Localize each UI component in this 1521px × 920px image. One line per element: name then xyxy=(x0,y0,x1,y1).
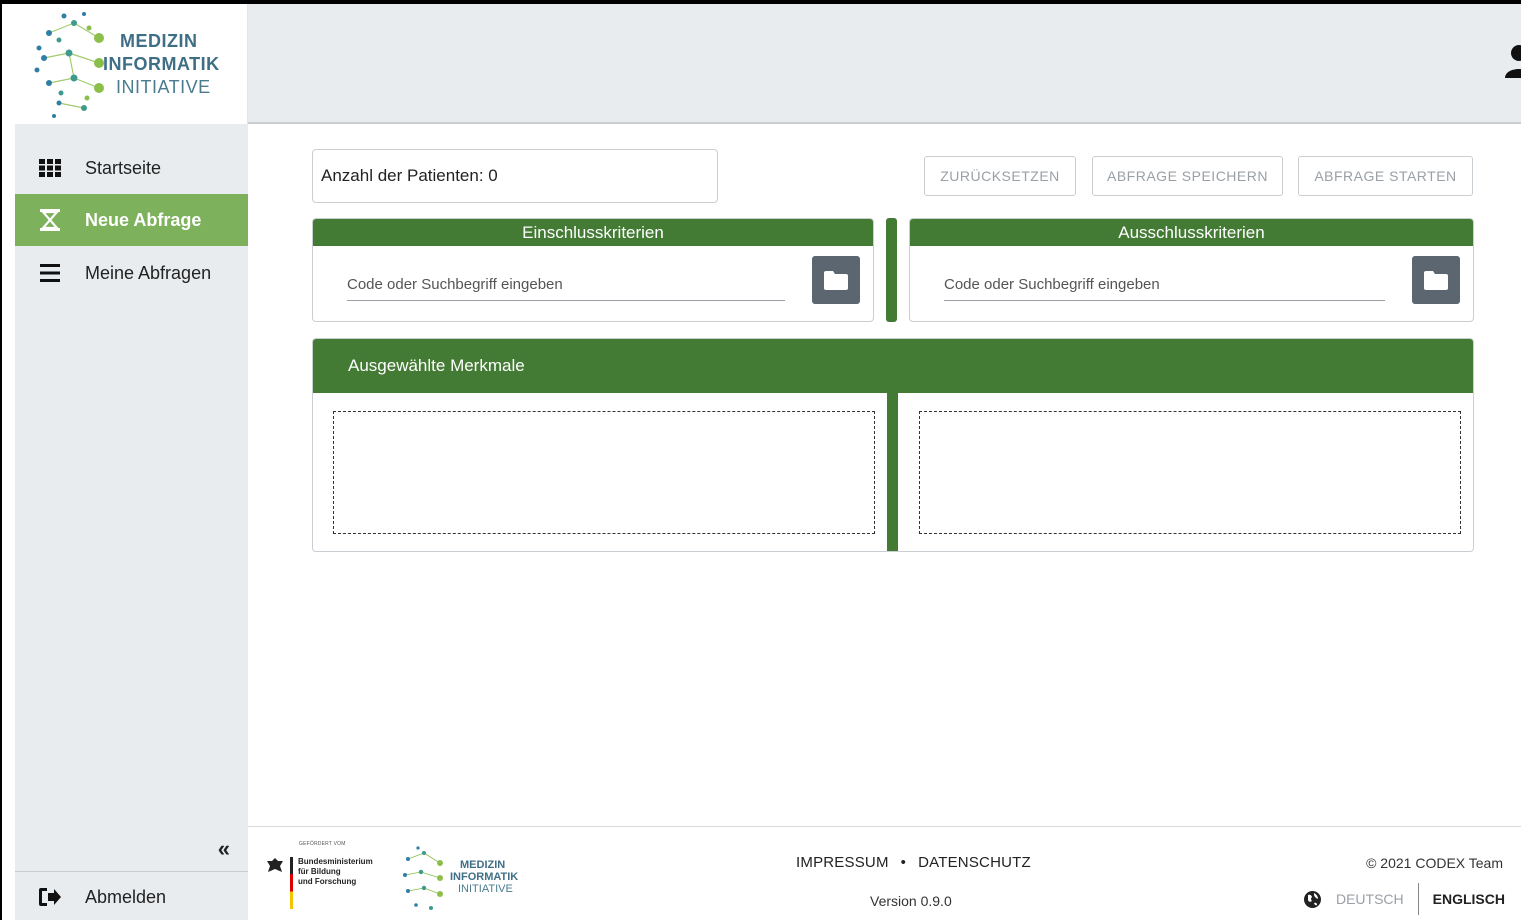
collapse-sidebar-button[interactable]: « xyxy=(218,836,230,862)
inclusion-criteria-title: Einschlusskriterien xyxy=(313,219,873,246)
language-englisch[interactable]: ENGLISCH xyxy=(1419,891,1505,907)
folder-icon xyxy=(1424,270,1448,290)
folder-icon xyxy=(824,270,848,290)
footer-logo-line: INITIATIVE xyxy=(458,883,513,895)
logo-line-informatik: INFORMATIK xyxy=(103,54,220,74)
hourglass-icon xyxy=(15,209,85,231)
grid-icon xyxy=(15,159,85,177)
sidebar-item-label: Neue Abfrage xyxy=(85,209,202,230)
inclusion-drop-zone[interactable] xyxy=(333,411,875,534)
version-label: Version 0.9.0 xyxy=(870,893,952,909)
logout-label: Abmelden xyxy=(85,886,167,907)
sign-out-icon xyxy=(15,888,85,906)
sidebar-item-startseite[interactable]: Startseite xyxy=(15,142,248,194)
mii-logo[interactable]: MEDIZIN INFORMATIK INITIATIVE xyxy=(15,4,248,124)
sidebar-item-label: Startseite xyxy=(85,157,162,178)
language-deutsch[interactable]: DEUTSCH xyxy=(1336,883,1419,915)
funded-by-label: GEFÖRDERT VOM xyxy=(299,841,346,847)
inclusion-search-input[interactable] xyxy=(347,276,785,293)
logo-wordmark: MEDIZIN INFORMATIK INITIATIVE xyxy=(103,30,220,99)
footer-logo-line: INFORMATIK xyxy=(450,871,519,883)
sidebar: Startseite Neue Abfrage Meine Abfragen « xyxy=(15,124,248,920)
federal-eagle-icon xyxy=(267,858,283,872)
exclusion-drop-zone[interactable] xyxy=(919,411,1461,534)
logo-line-medizin: MEDIZIN xyxy=(120,31,198,51)
bmbf-text: Bundesministerium für Bildung und Forsch… xyxy=(298,857,373,887)
footer-network-logo-graphic xyxy=(403,846,443,910)
logo-line-initiative: INITIATIVE xyxy=(116,77,211,97)
language-switcher: DEUTSCH ENGLISCH xyxy=(1303,883,1505,915)
bmbf-logo[interactable]: Bundesministerium für Bildung und Forsch… xyxy=(266,857,373,909)
sidebar-item-neue-abfrage[interactable]: Neue Abfrage xyxy=(15,194,248,246)
inclusion-browse-button[interactable] xyxy=(812,256,860,304)
top-header xyxy=(248,4,1521,124)
copyright-label: © 2021 CODEX Team xyxy=(1366,855,1503,871)
exclusion-search-field[interactable] xyxy=(944,269,1385,301)
footer-links: IMPRESSUM • DATENSCHUTZ xyxy=(796,854,1031,871)
criteria-separator xyxy=(886,218,897,322)
german-flag-bar xyxy=(290,857,293,909)
globe-icon xyxy=(1303,890,1321,908)
footer-logo-wordmark: MEDIZIN INFORMATIK INITIATIVE xyxy=(450,859,518,895)
inclusion-criteria-panel: Einschlusskriterien xyxy=(312,218,874,322)
exclusion-search-input[interactable] xyxy=(944,276,1385,293)
reset-button[interactable]: ZURÜCKSETZEN xyxy=(924,156,1076,196)
user-icon[interactable] xyxy=(1503,44,1521,78)
app-frame: MEDIZIN INFORMATIK INITIATIVE Startseite xyxy=(2,4,1521,920)
exclusion-criteria-panel: Ausschlusskriterien xyxy=(909,218,1474,322)
patient-count: Anzahl der Patienten: 0 xyxy=(312,149,718,203)
footer: GEFÖRDERT VOM Bundesministerium für Bild… xyxy=(248,826,1521,920)
selected-features-panel: Ausgewählte Merkmale xyxy=(312,338,1474,552)
inclusion-search-field[interactable] xyxy=(347,269,785,301)
footer-logo-line: MEDIZIN xyxy=(460,859,506,871)
bmbf-line: für Bildung xyxy=(298,867,341,876)
sidebar-divider xyxy=(15,871,248,872)
logout-button[interactable]: Abmelden xyxy=(15,874,248,920)
sidebar-item-label: Meine Abfragen xyxy=(85,262,212,283)
exclusion-browse-button[interactable] xyxy=(1412,256,1460,304)
link-separator: • xyxy=(900,854,907,871)
bmbf-line: Bundesministerium xyxy=(298,857,373,866)
selected-features-title: Ausgewählte Merkmale xyxy=(313,339,1473,393)
start-query-button[interactable]: ABFRAGE STARTEN xyxy=(1298,156,1473,196)
footer-mii-logo[interactable]: MEDIZIN INFORMATIK INITIATIVE xyxy=(396,843,518,917)
selected-features-separator xyxy=(887,393,898,551)
save-query-button[interactable]: ABFRAGE SPEICHERN xyxy=(1092,156,1283,196)
exclusion-criteria-title: Ausschlusskriterien xyxy=(910,219,1473,246)
datenschutz-link[interactable]: DATENSCHUTZ xyxy=(918,854,1031,871)
impressum-link[interactable]: IMPRESSUM xyxy=(796,854,889,871)
sidebar-item-meine-abfragen[interactable]: Meine Abfragen xyxy=(15,247,248,299)
bmbf-line: und Forschung xyxy=(298,877,357,886)
menu-icon xyxy=(15,264,85,282)
